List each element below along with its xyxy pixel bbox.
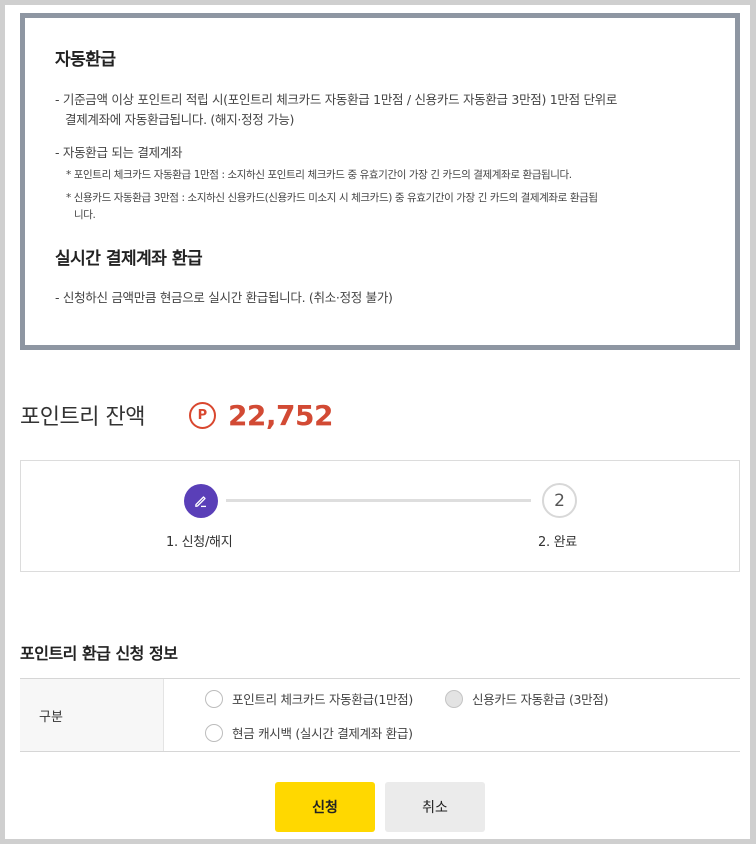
option-cash-back[interactable]: 현금 캐시백 (실시간 결제계좌 환급)	[205, 723, 413, 742]
step-track	[226, 499, 531, 502]
auto-refund-desc-line2: 결제계좌에 자동환급됩니다. (해지·정정 가능)	[65, 112, 295, 127]
option-label-credit-card-auto: 신용카드 자동환급 (3만점)	[472, 692, 609, 707]
pencil-icon	[195, 496, 206, 508]
radio-credit-card-auto[interactable]	[445, 689, 463, 708]
account-note-2-cont: 니다.	[74, 209, 96, 221]
cancel-button[interactable]: 취소	[385, 782, 485, 832]
refund-form-table: 구분 포인트리 체크카드 자동환급(1만점) 신용카드 자동환급 (3만점) 현…	[20, 678, 740, 752]
refund-notice-box: 자동환급 - 기준금액 이상 포인트리 적립 시(포인트리 체크카드 자동환급 …	[20, 13, 740, 350]
form-section-title: 포인트리 환급 신청 정보	[20, 644, 178, 663]
radio-cash-back[interactable]	[205, 723, 223, 742]
step1-label: 1. 신청/해지	[166, 535, 233, 550]
option-check-card-auto[interactable]: 포인트리 체크카드 자동환급(1만점)	[205, 689, 413, 708]
auto-refund-desc-line1: - 기준금액 이상 포인트리 적립 시(포인트리 체크카드 자동환급 1만점 /…	[55, 92, 618, 107]
auto-refund-title: 자동환급	[55, 50, 116, 70]
step2-indicator: 2	[542, 483, 577, 518]
balance-label: 포인트리 잔액	[20, 405, 145, 430]
category-label: 구분	[20, 679, 164, 751]
account-note-1: * 포인트리 체크카드 자동환급 1만점 : 소지하신 포인트리 체크카드 중 …	[66, 169, 572, 181]
realtime-refund-title: 실시간 결제계좌 환급	[55, 249, 203, 269]
radio-check-card-auto[interactable]	[205, 689, 223, 708]
balance-amount: 22,752	[227, 398, 334, 432]
realtime-refund-desc: - 신청하신 금액만큼 현금으로 실시간 환급됩니다. (취소·정정 불가)	[55, 290, 393, 305]
progress-steps: 2 1. 신청/해지 2. 완료	[20, 460, 740, 572]
option-label-check-card-auto: 포인트리 체크카드 자동환급(1만점)	[232, 692, 413, 707]
point-balance: 포인트리 잔액 P 22,752	[20, 398, 334, 432]
step2-label: 2. 완료	[538, 535, 577, 550]
submit-button[interactable]: 신청	[275, 782, 375, 832]
option-credit-card-auto[interactable]: 신용카드 자동환급 (3만점)	[445, 689, 608, 708]
step1-indicator	[184, 484, 218, 518]
point-icon: P	[188, 401, 216, 429]
option-label-cash-back: 현금 캐시백 (실시간 결제계좌 환급)	[232, 726, 413, 741]
account-note-2: * 신용카드 자동환급 3만점 : 소지하신 신용카드(신용카드 미소지 시 체…	[66, 192, 598, 204]
account-heading: - 자동환급 되는 결제계좌	[55, 145, 183, 160]
